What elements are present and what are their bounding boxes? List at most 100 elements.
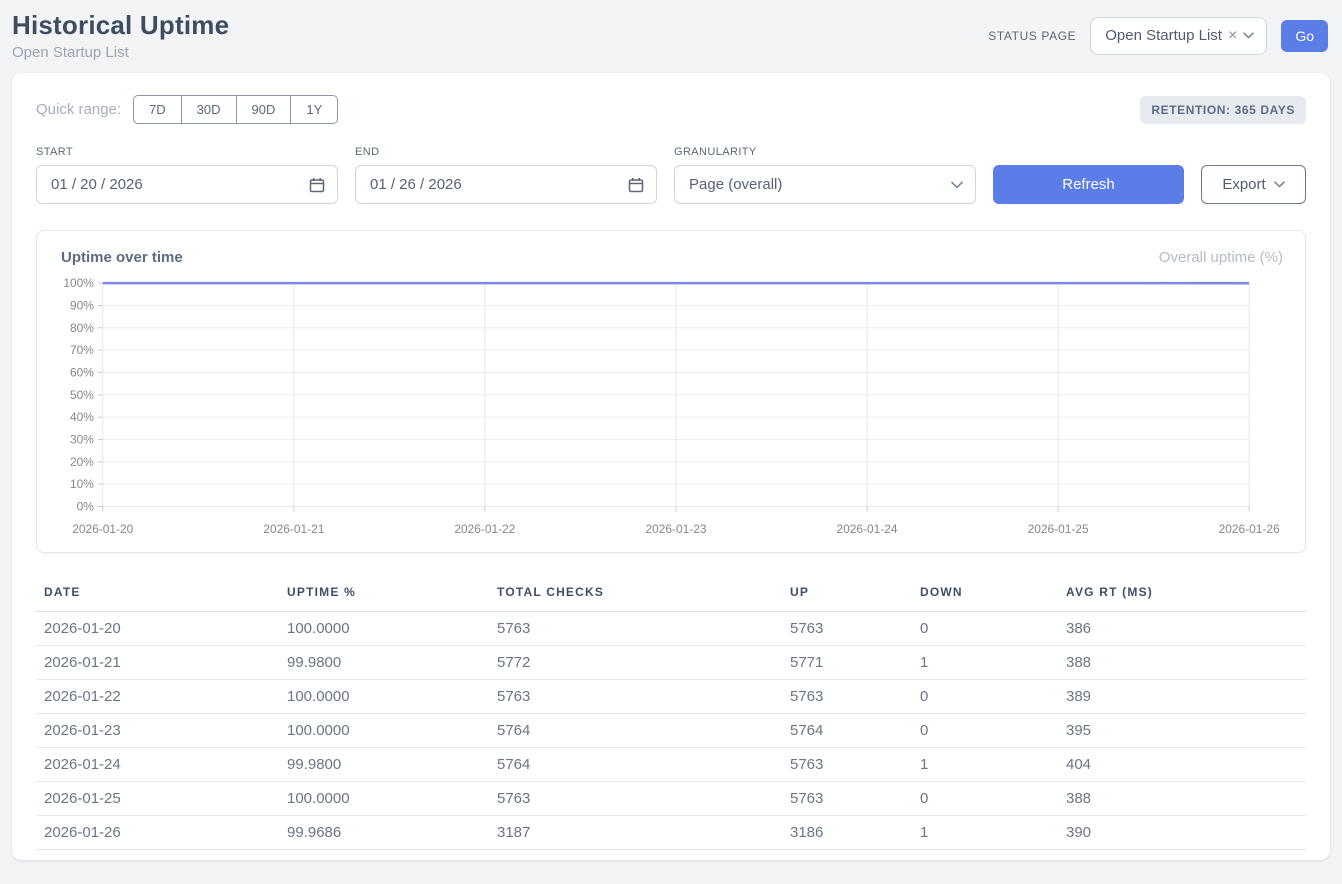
- go-button[interactable]: Go: [1281, 20, 1328, 52]
- chevron-down-icon: [1243, 32, 1254, 39]
- table-cell: 2026-01-24: [36, 748, 279, 782]
- quick-range-group: 7D30D90D1Y: [133, 95, 338, 124]
- table-row: 2026-01-23100.0000576457640395: [36, 714, 1306, 748]
- main-panel: Quick range: 7D30D90D1Y RETENTION: 365 D…: [12, 73, 1330, 860]
- column-header: UPTIME %: [279, 577, 489, 612]
- table-cell: 3187: [489, 816, 782, 850]
- start-date-field: START 01 / 20 / 2026: [36, 146, 338, 204]
- chart-title: Uptime over time: [61, 249, 183, 266]
- table-cell: 99.9800: [279, 748, 489, 782]
- table-cell: 5772: [489, 646, 782, 680]
- table-row: 2026-01-22100.0000576357630389: [36, 680, 1306, 714]
- table-cell: 404: [1058, 748, 1306, 782]
- chart-header: Uptime over time Overall uptime (%): [59, 249, 1283, 266]
- svg-text:2026-01-26: 2026-01-26: [1219, 522, 1280, 536]
- svg-text:2026-01-25: 2026-01-25: [1028, 522, 1089, 536]
- retention-badge: RETENTION: 365 DAYS: [1140, 96, 1306, 124]
- svg-text:70%: 70%: [70, 343, 94, 357]
- export-button[interactable]: Export: [1201, 165, 1306, 204]
- svg-text:2026-01-24: 2026-01-24: [837, 522, 898, 536]
- table-cell: 100.0000: [279, 680, 489, 714]
- chart-legend: Overall uptime (%): [1159, 249, 1283, 266]
- table-cell: 390: [1058, 816, 1306, 850]
- table-cell: 395: [1058, 714, 1306, 748]
- table-cell: 5764: [489, 748, 782, 782]
- table-row: 2026-01-20100.0000576357630386: [36, 612, 1306, 646]
- table-cell: 0: [912, 680, 1058, 714]
- end-label: END: [355, 146, 657, 158]
- table-cell: 388: [1058, 782, 1306, 816]
- table-cell: 1: [912, 748, 1058, 782]
- table-cell: 0: [912, 782, 1058, 816]
- refresh-button[interactable]: Refresh: [993, 165, 1184, 204]
- column-header: TOTAL CHECKS: [489, 577, 782, 612]
- table-cell: 5764: [489, 714, 782, 748]
- title-block: Historical Uptime Open Startup List: [12, 10, 229, 61]
- table-cell: 388: [1058, 646, 1306, 680]
- svg-text:80%: 80%: [70, 321, 94, 335]
- filter-form-row: START 01 / 20 / 2026 END 01 / 26 / 2026 …: [36, 146, 1306, 204]
- svg-text:50%: 50%: [70, 388, 94, 402]
- start-label: START: [36, 146, 338, 158]
- table-cell: 2026-01-22: [36, 680, 279, 714]
- table-cell: 2026-01-21: [36, 646, 279, 680]
- table-row: 2026-01-2199.9800577257711388: [36, 646, 1306, 680]
- uptime-chart-card: Uptime over time Overall uptime (%) 100%…: [36, 230, 1306, 553]
- table-cell: 5764: [782, 714, 912, 748]
- chevron-down-icon: [1274, 181, 1285, 188]
- header-controls: STATUS PAGE Open Startup List × Go: [988, 17, 1328, 55]
- uptime-table-body: 2026-01-20100.00005763576303862026-01-21…: [36, 612, 1306, 850]
- granularity-select[interactable]: Page (overall): [674, 165, 976, 204]
- column-header: DOWN: [912, 577, 1058, 612]
- start-date-input[interactable]: 01 / 20 / 2026: [36, 165, 338, 204]
- svg-text:40%: 40%: [70, 410, 94, 424]
- table-cell: 386: [1058, 612, 1306, 646]
- quick-range-label: Quick range:: [36, 101, 121, 118]
- calendar-icon[interactable]: [309, 177, 325, 193]
- page-subtitle: Open Startup List: [12, 44, 229, 61]
- table-header-row: DATEUPTIME %TOTAL CHECKSUPDOWNAVG RT (MS…: [36, 577, 1306, 612]
- svg-text:100%: 100%: [63, 276, 94, 290]
- status-page-select[interactable]: Open Startup List ×: [1090, 17, 1267, 55]
- status-page-value: Open Startup List: [1105, 27, 1222, 44]
- svg-text:2026-01-22: 2026-01-22: [454, 522, 515, 536]
- top-header: Historical Uptime Open Startup List STAT…: [0, 0, 1342, 61]
- granularity-value: Page (overall): [689, 176, 782, 193]
- table-cell: 5763: [489, 680, 782, 714]
- table-cell: 1: [912, 646, 1058, 680]
- page-title: Historical Uptime: [12, 10, 229, 41]
- clear-icon[interactable]: ×: [1228, 28, 1237, 44]
- table-cell: 0: [912, 612, 1058, 646]
- table-cell: 2026-01-23: [36, 714, 279, 748]
- table-row: 2026-01-2499.9800576457631404: [36, 748, 1306, 782]
- end-date-field: END 01 / 26 / 2026: [355, 146, 657, 204]
- quick-range-7d-button[interactable]: 7D: [133, 95, 182, 124]
- svg-text:2026-01-20: 2026-01-20: [72, 522, 133, 536]
- quick-range-1y-button[interactable]: 1Y: [290, 95, 338, 124]
- uptime-chart: 100%90%80%70%60%50%40%30%20%10%0%2026-01…: [59, 276, 1283, 538]
- granularity-field: GRANULARITY Page (overall): [674, 146, 976, 204]
- table-cell: 100.0000: [279, 714, 489, 748]
- table-cell: 5763: [782, 680, 912, 714]
- quick-range-row: Quick range: 7D30D90D1Y RETENTION: 365 D…: [36, 95, 1306, 124]
- table-cell: 5771: [782, 646, 912, 680]
- start-date-value: 01 / 20 / 2026: [51, 176, 143, 193]
- calendar-icon[interactable]: [628, 177, 644, 193]
- table-cell: 2026-01-26: [36, 816, 279, 850]
- svg-text:10%: 10%: [70, 477, 94, 491]
- table-cell: 5763: [782, 612, 912, 646]
- svg-text:20%: 20%: [70, 455, 94, 469]
- table-row: 2026-01-25100.0000576357630388: [36, 782, 1306, 816]
- column-header: AVG RT (MS): [1058, 577, 1306, 612]
- table-cell: 1: [912, 816, 1058, 850]
- svg-text:90%: 90%: [70, 298, 94, 312]
- svg-text:0%: 0%: [77, 499, 95, 513]
- svg-text:60%: 60%: [70, 365, 94, 379]
- quick-range-30d-button[interactable]: 30D: [181, 95, 237, 124]
- end-date-input[interactable]: 01 / 26 / 2026: [355, 165, 657, 204]
- table-cell: 100.0000: [279, 782, 489, 816]
- table-cell: 5763: [489, 612, 782, 646]
- table-cell: 0: [912, 714, 1058, 748]
- quick-range-90d-button[interactable]: 90D: [236, 95, 292, 124]
- table-cell: 99.9686: [279, 816, 489, 850]
